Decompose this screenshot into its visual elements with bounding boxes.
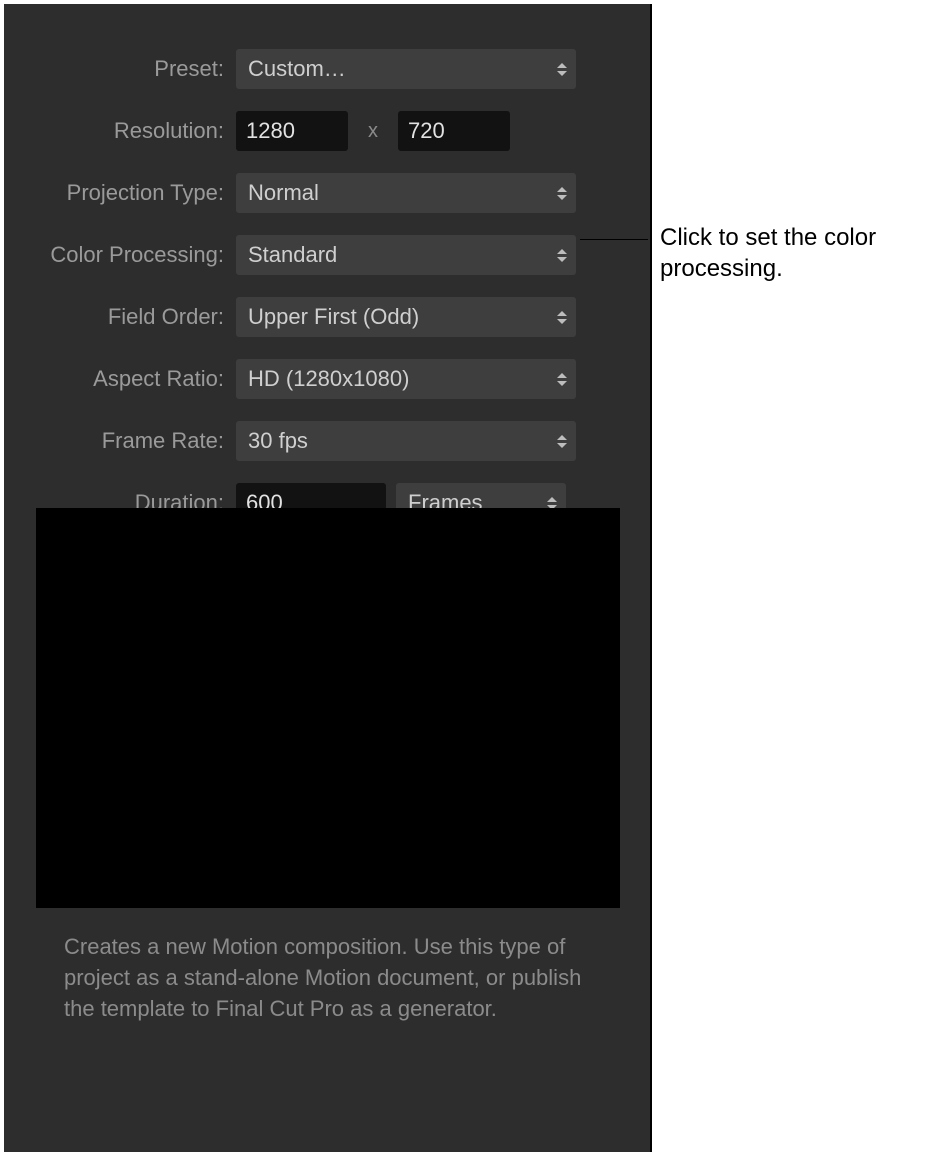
callout-leader-line [580,239,648,240]
row-frame-rate: Frame Rate: 30 fps [4,410,650,472]
aspect-ratio-select[interactable]: HD (1280x1080) [236,359,576,399]
row-projection-type: Projection Type: Normal [4,162,650,224]
resolution-width-input[interactable] [236,111,348,151]
row-color-processing: Color Processing: Standard [4,224,650,286]
settings-form: Preset: Custom… Resolution: x [4,38,650,534]
updown-arrows-icon [554,367,570,391]
projection-type-value: Normal [248,180,319,206]
row-resolution: Resolution: x [4,100,650,162]
updown-arrows-icon [554,305,570,329]
frame-rate-value: 30 fps [248,428,308,454]
preset-value: Custom… [248,56,346,82]
updown-arrows-icon [554,181,570,205]
resolution-height-input[interactable] [398,111,510,151]
field-order-select[interactable]: Upper First (Odd) [236,297,576,337]
frame-rate-select[interactable]: 30 fps [236,421,576,461]
aspect-ratio-value: HD (1280x1080) [248,366,409,392]
resolution-label: Resolution: [4,118,236,144]
row-field-order: Field Order: Upper First (Odd) [4,286,650,348]
callout-text: Click to set the color processing. [660,222,930,284]
aspect-ratio-label: Aspect Ratio: [4,366,236,392]
color-processing-select[interactable]: Standard [236,235,576,275]
field-order-value: Upper First (Odd) [248,304,419,330]
project-description: Creates a new Motion composition. Use th… [64,932,584,1024]
updown-arrows-icon [554,57,570,81]
color-processing-value: Standard [248,242,337,268]
field-order-label: Field Order: [4,304,236,330]
preset-label: Preset: [4,56,236,82]
resolution-separator: x [358,120,388,143]
project-settings-panel: Preset: Custom… Resolution: x [4,4,652,1152]
color-processing-label: Color Processing: [4,242,236,268]
projection-type-select[interactable]: Normal [236,173,576,213]
row-preset: Preset: Custom… [4,38,650,100]
projection-type-label: Projection Type: [4,180,236,206]
preset-select[interactable]: Custom… [236,49,576,89]
frame-rate-label: Frame Rate: [4,428,236,454]
updown-arrows-icon [554,243,570,267]
row-aspect-ratio: Aspect Ratio: HD (1280x1080) [4,348,650,410]
preview-area [36,508,620,908]
updown-arrows-icon [554,429,570,453]
